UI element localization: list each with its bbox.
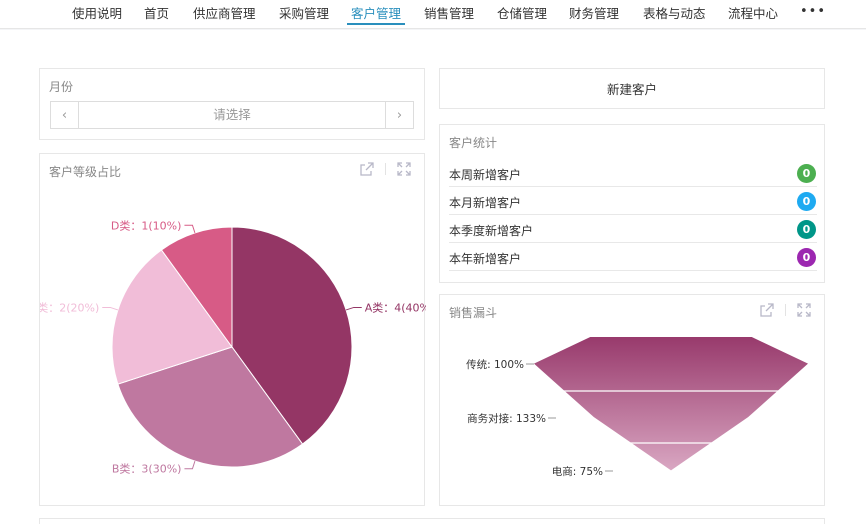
customer-level-card: 客户等级占比 A类：4(40%)B类：3(30%)C类：2(20%)D类：1(1… (39, 153, 426, 506)
nav-item-finance[interactable]: 财务管理 (569, 5, 619, 25)
pie-label-1: B类：3(30%) (112, 462, 182, 476)
month-select[interactable]: 请选择 (79, 102, 385, 128)
nav-item-tables[interactable]: 表格与动态 (643, 5, 706, 25)
more-menu-icon[interactable]: ••• (800, 4, 826, 19)
stat-badge-year: 0 (797, 248, 816, 267)
customer-level-pie-chart: A类：4(40%) B类：3(30%) C类：2(20%) D类：1(10%) (40, 218, 426, 476)
stat-label-week: 本周新增客户 (449, 168, 522, 182)
sales-funnel-chart: 传统: 100% 商务对接: 133% 电商: 75% (466, 337, 811, 497)
pie-label-line-0 (345, 306, 362, 311)
month-label: 月份 (49, 80, 74, 94)
nav-item-sales[interactable]: 销售管理 (424, 5, 474, 25)
prev-month-button[interactable]: ‹ (51, 102, 79, 128)
funnel-label-1: 商务对接: 133% (467, 412, 546, 425)
sales-funnel-card: 销售漏斗 传统: 100% 商务对接: 133% 电商: 75% (439, 294, 825, 506)
nav-item-customer[interactable]: 客户管理 (347, 5, 406, 25)
stat-row-week: 本周新增客户 0 (449, 159, 817, 187)
stat-label-year: 本年新增客户 (449, 252, 522, 266)
funnel-label-2: 电商: 75% (552, 465, 603, 478)
next-card-edge (39, 518, 825, 524)
pie-label-line-2 (102, 306, 119, 311)
month-filter-card: 月份 ‹ 请选择 › (39, 68, 425, 140)
nav-item-home[interactable]: 首页 (144, 5, 169, 25)
pie-label-line-1 (184, 460, 196, 470)
stat-badge-week: 0 (797, 164, 816, 183)
funnel-label-0: 传统: 100% (466, 358, 524, 371)
nav-item-purchase[interactable]: 采购管理 (279, 5, 329, 25)
top-navigation: 使用说明 首页 供应商管理 采购管理 客户管理 销售管理 仓储管理 财务管理 表… (0, 0, 866, 29)
nav-item-warehouse[interactable]: 仓储管理 (497, 5, 547, 25)
stats-title: 客户统计 (449, 136, 498, 150)
stat-badge-quarter: 0 (797, 220, 816, 239)
stat-label-month: 本月新增客户 (449, 196, 522, 210)
stat-label-quarter: 本季度新增客户 (449, 224, 534, 238)
month-picker: ‹ 请选择 › (50, 101, 414, 129)
nav-item-workflow[interactable]: 流程中心 (728, 5, 778, 25)
pie-label-2: C类：2(20%) (40, 300, 99, 314)
new-customer-button[interactable]: 新建客户 (439, 68, 825, 109)
nav-item-usage-guide[interactable]: 使用说明 (72, 5, 122, 25)
stat-badge-month: 0 (797, 192, 816, 211)
pie-label-0: A类：4(40%) (365, 300, 426, 314)
next-month-button[interactable]: › (385, 102, 413, 128)
nav-item-supplier[interactable]: 供应商管理 (193, 5, 256, 25)
stat-row-month: 本月新增客户 0 (449, 187, 817, 215)
stat-row-quarter: 本季度新增客户 0 (449, 215, 817, 243)
customer-stats-card: 客户统计 本周新增客户 0 本月新增客户 0 本季度新增客户 0 本年新增客户 … (439, 124, 825, 283)
stat-row-year: 本年新增客户 0 (449, 243, 817, 271)
pie-label-line-3 (184, 224, 196, 234)
pie-label-3: D类：1(10%) (111, 218, 182, 232)
